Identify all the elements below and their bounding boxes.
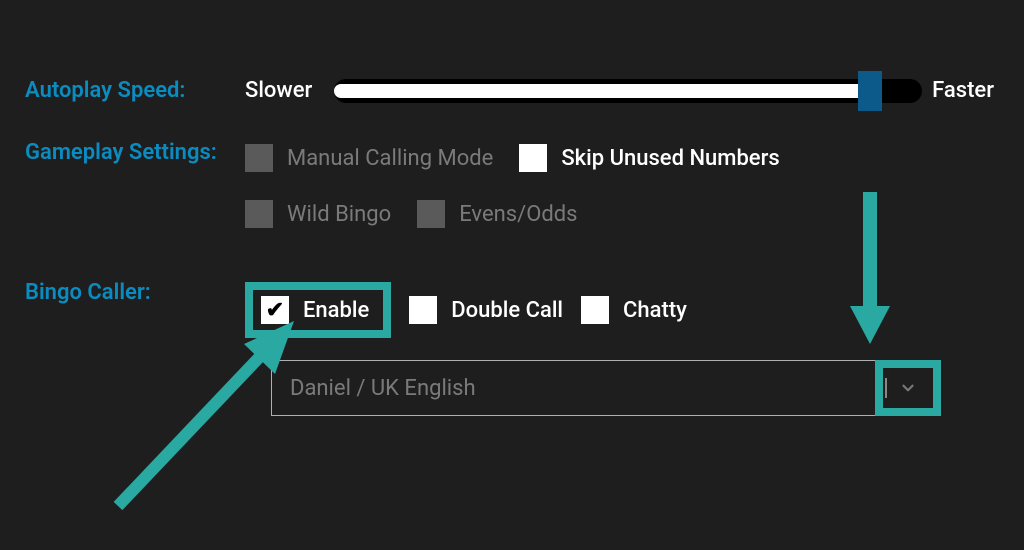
checkbox-icon bbox=[519, 144, 547, 172]
voice-selected-value: Daniel / UK English bbox=[272, 362, 875, 415]
autoplay-speed-row: Autoplay Speed: Slower Faster bbox=[0, 78, 1024, 103]
option-evens-odds[interactable]: Evens/Odds bbox=[417, 200, 577, 228]
slider-faster-label: Faster bbox=[932, 78, 994, 103]
checkbox-icon bbox=[409, 296, 437, 324]
option-label: Double Call bbox=[451, 298, 563, 323]
chevron-down-icon bbox=[899, 379, 917, 397]
option-chatty[interactable]: Chatty bbox=[581, 296, 687, 324]
option-label: Skip Unused Numbers bbox=[561, 146, 779, 171]
checkbox-icon bbox=[245, 144, 273, 172]
autoplay-speed-label: Autoplay Speed: bbox=[0, 78, 245, 103]
voice-dropdown[interactable]: Daniel / UK English bbox=[271, 360, 941, 416]
highlight-dropdown-arrow bbox=[875, 360, 941, 416]
option-manual-calling-mode[interactable]: Manual Calling Mode bbox=[245, 144, 493, 172]
slider-slower-label: Slower bbox=[245, 78, 312, 103]
option-label: Enable bbox=[303, 298, 369, 323]
gameplay-settings-row: Gameplay Settings: Manual Calling Mode S… bbox=[0, 140, 1024, 228]
bingo-caller-label: Bingo Caller: bbox=[0, 280, 245, 305]
option-label: Manual Calling Mode bbox=[287, 146, 493, 171]
option-wild-bingo[interactable]: Wild Bingo bbox=[245, 200, 391, 228]
slider-thumb[interactable] bbox=[858, 71, 882, 111]
option-skip-unused-numbers[interactable]: Skip Unused Numbers bbox=[519, 144, 779, 172]
option-label: Chatty bbox=[623, 298, 687, 323]
checkbox-icon bbox=[245, 200, 273, 228]
autoplay-speed-slider[interactable] bbox=[334, 84, 910, 98]
check-icon: ✔ bbox=[266, 298, 284, 323]
checkbox-icon bbox=[417, 200, 445, 228]
bingo-caller-row: Bingo Caller: ✔ Enable Double Call Chatt… bbox=[0, 280, 1024, 416]
option-label: Evens/Odds bbox=[459, 202, 577, 227]
option-label: Wild Bingo bbox=[287, 202, 391, 227]
highlight-enable-option: ✔ Enable bbox=[245, 282, 391, 338]
option-double-call[interactable]: Double Call bbox=[409, 296, 563, 324]
gameplay-settings-label: Gameplay Settings: bbox=[0, 140, 245, 165]
checkbox-enable[interactable]: ✔ bbox=[261, 296, 289, 324]
checkbox-icon bbox=[581, 296, 609, 324]
